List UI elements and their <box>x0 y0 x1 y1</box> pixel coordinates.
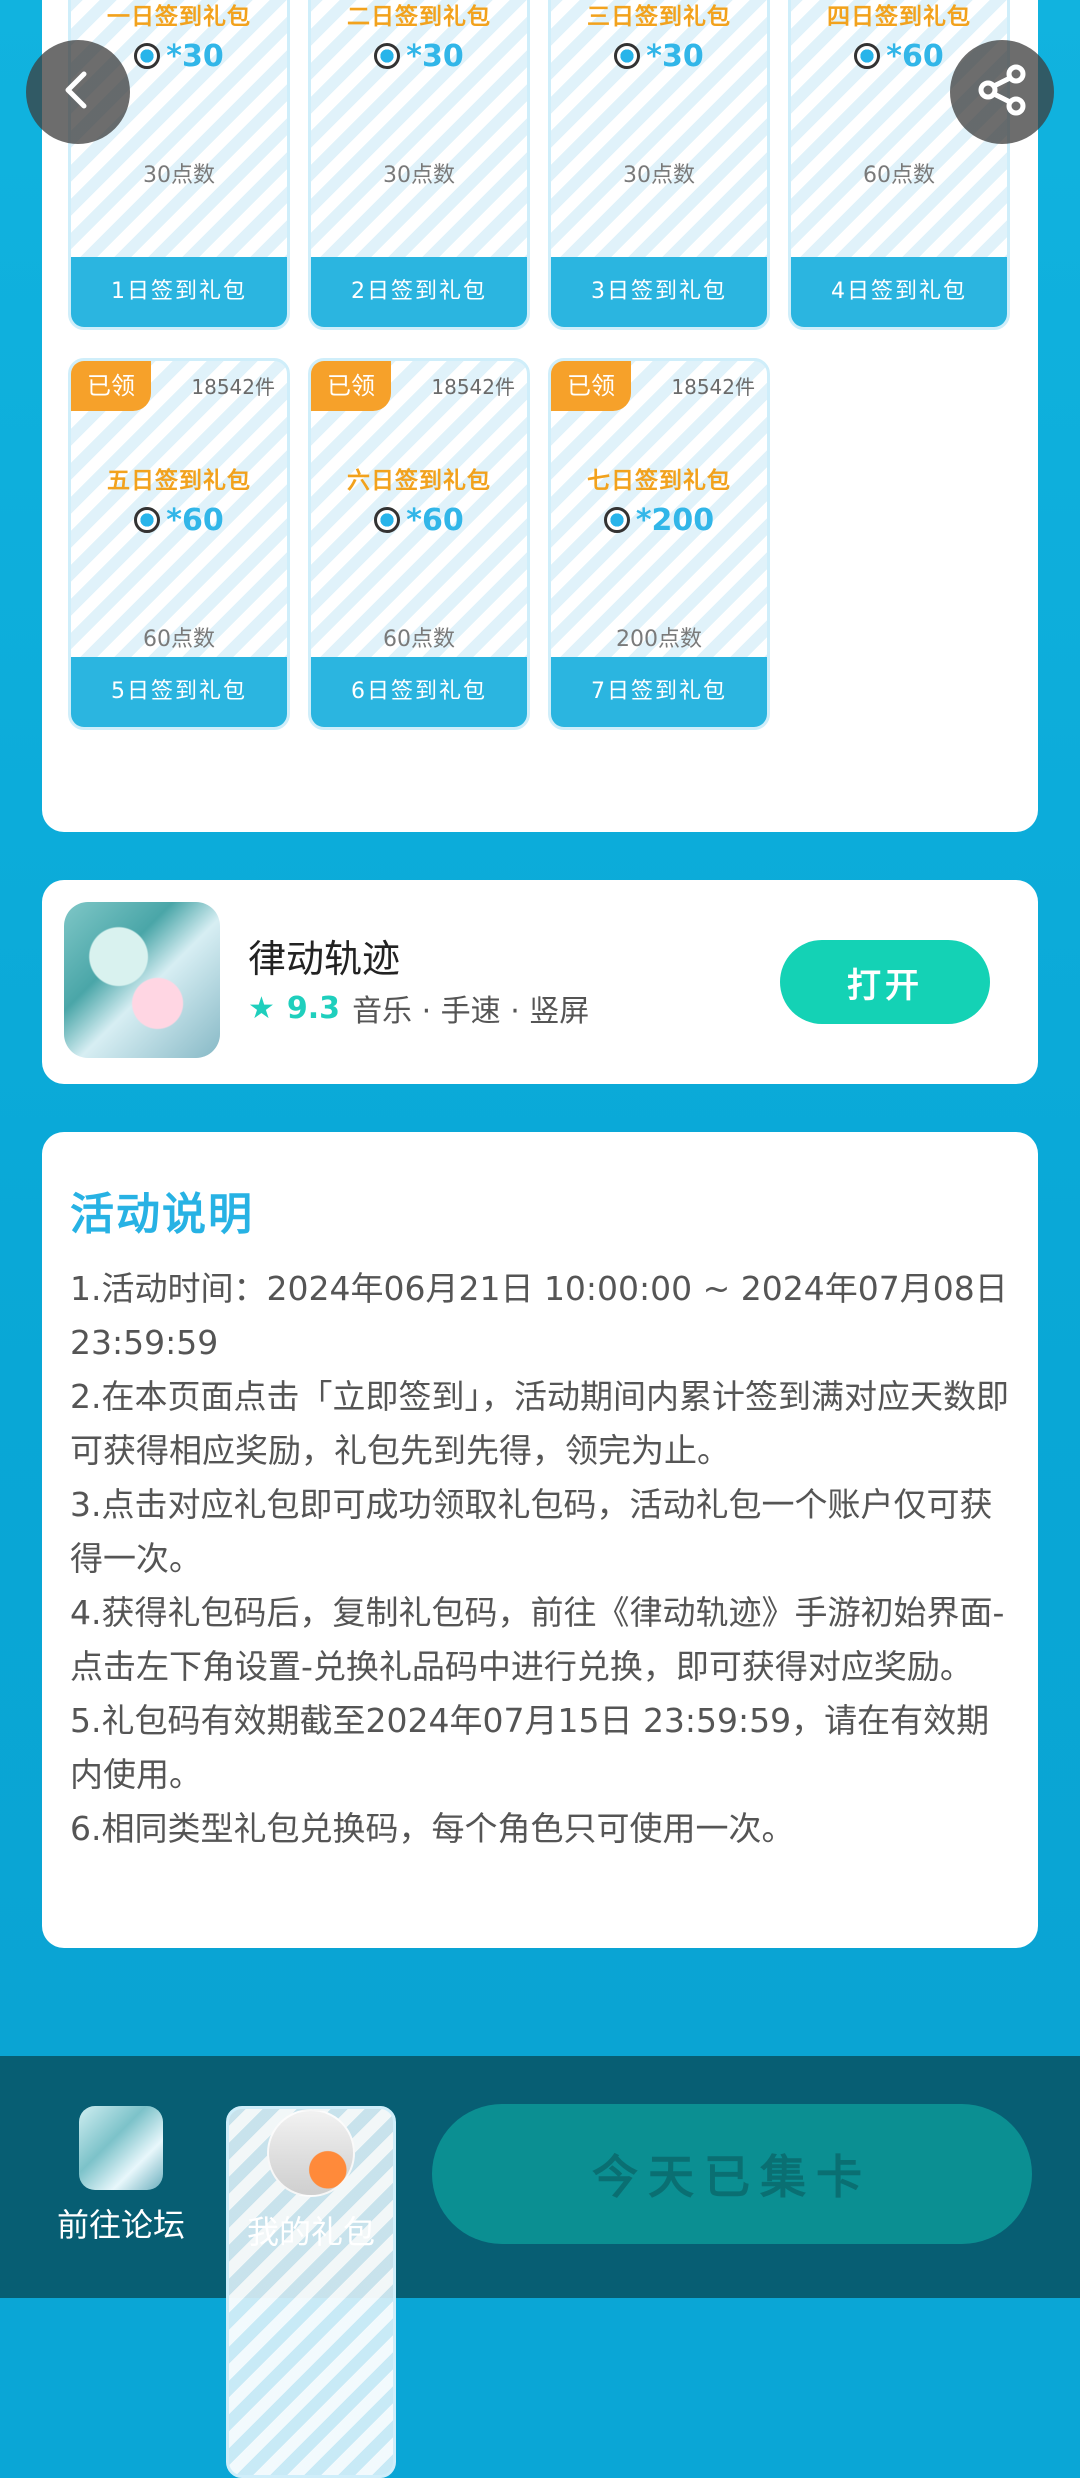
gift-reward: *60 <box>71 503 287 538</box>
gift-reward: *60 <box>311 503 527 538</box>
claimed-badge: 已领 <box>551 361 631 411</box>
gift-title: 七日签到礼包 <box>587 468 731 494</box>
gift-points: 60点数 <box>383 627 455 652</box>
gift-count: 18542件 <box>671 375 755 399</box>
collect-card-button[interactable]: 今天已集卡 <box>432 2104 1032 2244</box>
gift-reward-value: *60 <box>166 503 224 538</box>
activity-line: 4.获得礼包码后，复制礼包码，前往《律动轨迹》手游初始界面-点击左下角设置-兑换… <box>70 1593 1005 1686</box>
gift-card-day5[interactable]: 已领 18542件 五日签到礼包 *60 60点数 5日签到礼包 <box>68 358 290 730</box>
share-icon <box>972 60 1032 124</box>
game-card: 律动轨迹 ★ 9.3 音乐 · 手速 · 竖屏 打开 <box>42 880 1038 1084</box>
gift-reward: *30 <box>311 39 527 74</box>
bottom-action-bar: 前往论坛 我的礼包 今天已集卡 <box>0 2056 1080 2478</box>
gift-points: 200点数 <box>616 627 702 652</box>
gift-title: 一日签到礼包 <box>107 4 251 30</box>
my-gifts-label: 我的礼包 <box>246 2213 375 2251</box>
gift-card-day6[interactable]: 已领 18542件 六日签到礼包 *60 60点数 6日签到礼包 <box>308 358 530 730</box>
gift-reward-value: *200 <box>635 503 715 538</box>
activity-line: 6.相同类型礼包兑换码，每个角色只可使用一次。 <box>70 1809 795 1848</box>
back-button[interactable] <box>26 40 130 144</box>
claimed-badge: 已领 <box>311 361 391 411</box>
open-game-button[interactable]: 打开 <box>780 940 990 1024</box>
activity-panel: 活动说明 1.活动时间：2024年06月21日 10:00:00 ~ 2024年… <box>42 1132 1038 1948</box>
coin-icon <box>854 43 881 69</box>
gift-button[interactable]: 5日签到礼包 <box>71 657 287 727</box>
gift-button[interactable]: 7日签到礼包 <box>551 657 767 727</box>
gift-reward: *30 <box>551 39 767 74</box>
gift-card-day7[interactable]: 已领 18542件 七日签到礼包 *200 200点数 7日签到礼包 <box>548 358 770 730</box>
gift-title: 三日签到礼包 <box>587 4 731 30</box>
gift-title: 六日签到礼包 <box>347 468 491 494</box>
gift-reward-value: *30 <box>646 39 704 74</box>
activity-line: 1.活动时间：2024年06月21日 10:00:00 ~ 2024年07月08… <box>70 1269 1008 1362</box>
share-button[interactable] <box>950 40 1054 144</box>
coin-icon <box>374 43 401 69</box>
coin-icon <box>603 507 630 533</box>
gift-count: 18542件 <box>191 375 275 399</box>
claimed-badge: 已领 <box>71 361 151 411</box>
gift-points: 30点数 <box>383 163 455 188</box>
gift-reward-value: *30 <box>406 39 464 74</box>
gift-button[interactable]: 3日签到礼包 <box>551 257 767 327</box>
gift-points: 60点数 <box>863 163 935 188</box>
gift-reward-value: *60 <box>406 503 464 538</box>
gift-title: 四日签到礼包 <box>827 4 971 30</box>
gift-title: 五日签到礼包 <box>107 468 251 494</box>
game-meta: ★ 9.3 音乐 · 手速 · 竖屏 <box>248 986 589 1030</box>
gift-reward-value: *30 <box>166 39 224 74</box>
activity-title: 活动说明 <box>70 1189 254 1240</box>
forum-label: 前往论坛 <box>56 2206 185 2244</box>
coin-icon <box>134 507 161 533</box>
gift-button[interactable]: 2日签到礼包 <box>311 257 527 327</box>
forum-button[interactable]: 前往论坛 <box>36 2106 206 2246</box>
game-rating: 9.3 <box>286 990 341 1026</box>
activity-line: 3.点击对应礼包即可成功领取礼包码，活动礼包一个账户仅可获得一次。 <box>70 1485 993 1578</box>
gift-grid-panel: 一日签到礼包 *30 30点数 1日签到礼包 二日签到礼包 *30 30点数 2… <box>42 0 1038 832</box>
gift-button[interactable]: 4日签到礼包 <box>791 257 1007 327</box>
coin-icon <box>614 43 641 69</box>
gift-points: 30点数 <box>623 163 695 188</box>
coin-icon <box>374 507 401 533</box>
gift-card-day3[interactable]: 三日签到礼包 *30 30点数 3日签到礼包 <box>548 0 770 330</box>
gift-title: 二日签到礼包 <box>347 4 491 30</box>
my-gifts-button[interactable]: 我的礼包 <box>226 2106 396 2478</box>
gift-reward: *200 <box>551 503 767 538</box>
gift-button[interactable]: 6日签到礼包 <box>311 657 527 727</box>
gift-points: 60点数 <box>143 627 215 652</box>
gift-card-day2[interactable]: 二日签到礼包 *30 30点数 2日签到礼包 <box>308 0 530 330</box>
game-thumbnail <box>64 902 220 1058</box>
back-arrow-icon <box>56 68 100 116</box>
forum-avatar-icon <box>79 2106 163 2190</box>
gift-avatar-icon <box>267 2109 355 2197</box>
game-tags: 音乐 · 手速 · 竖屏 <box>352 994 590 1029</box>
gift-button[interactable]: 1日签到礼包 <box>71 257 287 327</box>
star-icon: ★ <box>248 990 275 1026</box>
activity-description: 1.活动时间：2024年06月21日 10:00:00 ~ 2024年07月08… <box>70 1262 1012 1856</box>
activity-line: 5.礼包码有效期截至2024年07月15日 23:59:59，请在有效期内使用。 <box>70 1701 990 1794</box>
gift-points: 30点数 <box>143 163 215 188</box>
coin-icon <box>134 43 161 69</box>
gift-reward-value: *60 <box>886 39 944 74</box>
activity-line: 2.在本页面点击「立即签到」，活动期间内累计签到满对应天数即可获得相应奖励，礼包… <box>70 1377 1009 1470</box>
gift-count: 18542件 <box>431 375 515 399</box>
game-name: 律动轨迹 <box>248 937 401 981</box>
